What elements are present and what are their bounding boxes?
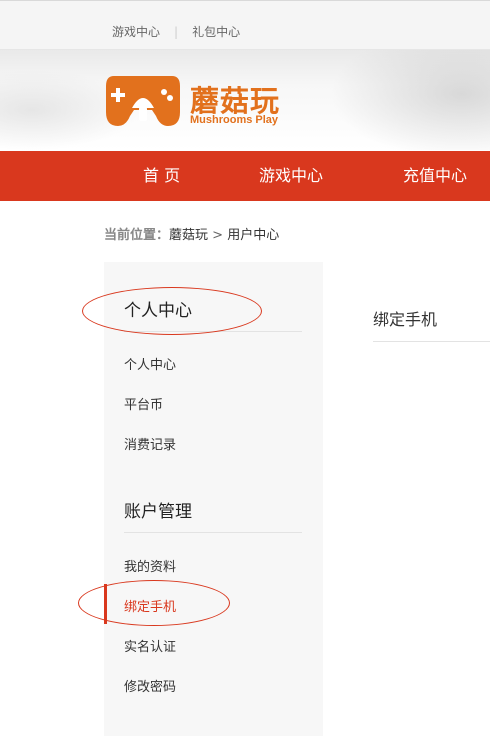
breadcrumb-separator: > (212, 228, 224, 243)
top-link-separator: | (174, 25, 179, 39)
breadcrumb-current: 用户中心 (227, 228, 280, 243)
sidebar-item-real-name-verification[interactable]: 实名认证 (124, 636, 176, 655)
sidebar-item-bind-phone[interactable]: 绑定手机 (124, 596, 176, 615)
sidebar-item-my-profile[interactable]: 我的资料 (124, 556, 176, 575)
top-link-gift-center[interactable]: 礼包中心 (192, 25, 240, 39)
sidebar-item-consumption-record[interactable]: 消费记录 (124, 434, 176, 453)
sidebar-section-title-personal: 个人中心 (124, 301, 192, 321)
sidebar-active-indicator (104, 584, 107, 624)
sidebar-item-change-password[interactable]: 修改密码 (124, 676, 176, 695)
nav-item-game-center[interactable]: 游戏中心 (259, 151, 323, 201)
user-center-sidebar: 个人中心 个人中心 平台币 消费记录 账户管理 我的资料 绑定手机 实名认证 修… (104, 262, 323, 736)
gamepad-logo-icon[interactable] (104, 72, 182, 130)
breadcrumb-home[interactable]: 蘑菇玩 (169, 228, 208, 243)
sidebar-divider (124, 532, 302, 533)
top-links: 游戏中心 | 礼包中心 (112, 23, 240, 40)
main-nav: 首 页 游戏中心 充值中心 (0, 151, 490, 201)
sidebar-item-personal-center[interactable]: 个人中心 (124, 354, 176, 373)
logo-subtitle: Mushrooms Play (190, 114, 279, 126)
top-link-game-center[interactable]: 游戏中心 (112, 25, 160, 39)
nav-item-home[interactable]: 首 页 (143, 151, 180, 201)
breadcrumb: 当前位置：蘑菇玩 > 用户中心 (104, 224, 279, 243)
top-link-bar: 游戏中心 | 礼包中心 (0, 0, 490, 50)
sidebar-section-title-account: 账户管理 (124, 502, 192, 522)
content-title: 绑定手机 (373, 310, 438, 329)
breadcrumb-label: 当前位置： (104, 228, 170, 243)
content-title-underline (373, 341, 490, 342)
nav-item-recharge-center[interactable]: 充值中心 (403, 151, 467, 201)
sidebar-divider (124, 331, 302, 332)
header-background-mist (330, 50, 490, 150)
sidebar-item-platform-coin[interactable]: 平台币 (124, 394, 163, 413)
